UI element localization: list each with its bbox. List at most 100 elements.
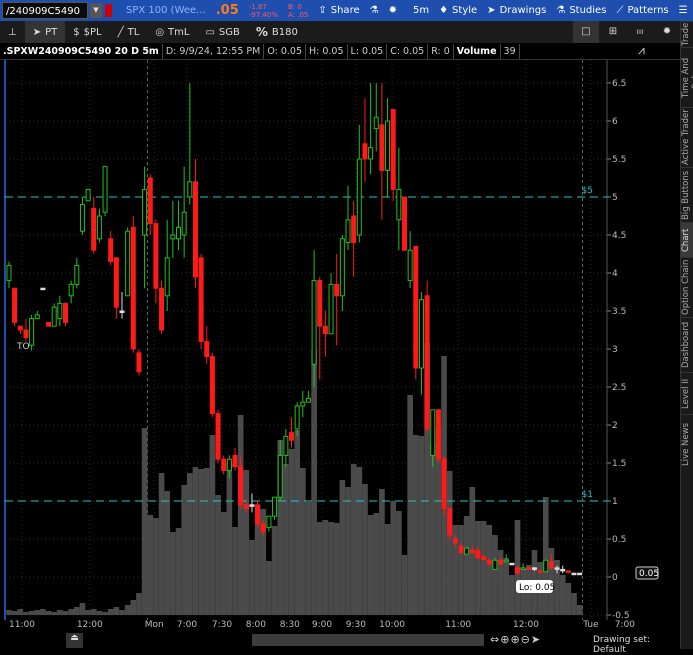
symbol-input[interactable]: /240909C5490 bbox=[2, 2, 88, 19]
side-tab-option-chain[interactable]: Option Chain bbox=[681, 257, 693, 317]
candle bbox=[385, 98, 391, 197]
candle-body bbox=[176, 226, 181, 240]
candle bbox=[6, 261, 12, 289]
side-tab-chart[interactable]: Chart bbox=[681, 222, 693, 257]
price-chart[interactable]: 6.5 6 5.5 5 4.5 4 3.5 3 2.5 2 1.5 1 0.5 0 -0.5 $5 $1 TO 0.… bbox=[0, 60, 680, 620]
pan-icon[interactable]: ⇔ bbox=[490, 633, 500, 646]
candle-body bbox=[277, 454, 283, 498]
side-tab-trade[interactable]: Trade bbox=[681, 21, 693, 47]
pin-tool[interactable]: ⊥ bbox=[0, 21, 25, 43]
side-tab-active-trader[interactable]: Active Trader bbox=[681, 107, 693, 167]
ask-value: A: .05 bbox=[287, 10, 309, 19]
bar-open: O: 0.05 bbox=[264, 43, 306, 59]
side-tab-level-ii[interactable]: Level II bbox=[681, 372, 693, 414]
grid-layout-button[interactable]: ⊞ bbox=[600, 21, 626, 43]
chart-settings-button[interactable]: ✹ bbox=[654, 21, 680, 43]
candle-body bbox=[170, 234, 176, 240]
share-button[interactable]: ⇪ Share bbox=[318, 5, 359, 16]
pointer-icon: ➤ bbox=[32, 26, 42, 38]
candle-body bbox=[34, 314, 40, 320]
scroll-home-button[interactable]: ⏏ bbox=[66, 633, 83, 648]
volume-bar bbox=[57, 610, 63, 615]
volume-bar bbox=[141, 428, 148, 615]
candle-body bbox=[413, 245, 419, 369]
volume-bar bbox=[34, 610, 41, 615]
side-tab-big-buttons[interactable]: Big Buttons bbox=[681, 167, 693, 222]
y-tick-label: 5 bbox=[612, 193, 618, 203]
volume-bar bbox=[23, 612, 29, 615]
alert-flag-icon[interactable] bbox=[105, 4, 112, 17]
zoom-in-icon[interactable]: ⊕ bbox=[510, 633, 520, 646]
volume-label: Volume bbox=[454, 43, 501, 59]
timeframe-button[interactable]: 5m bbox=[413, 5, 429, 16]
flask-button[interactable]: ⚗ bbox=[370, 5, 379, 16]
volume-bar bbox=[463, 516, 470, 615]
symbol-dropdown-button[interactable]: ▼ bbox=[90, 3, 102, 18]
volume-bar bbox=[333, 523, 340, 615]
y-tick-label: 1.5 bbox=[612, 459, 626, 469]
volume-bar bbox=[373, 513, 380, 615]
volume-bar bbox=[6, 610, 12, 615]
volume-bar bbox=[68, 609, 74, 615]
candle-body bbox=[390, 109, 396, 190]
cursor-icon[interactable]: ➤ bbox=[531, 633, 541, 646]
autoscale-icon[interactable]: ⩘ bbox=[638, 43, 645, 58]
settings-button[interactable]: ✹ bbox=[389, 5, 397, 16]
patterns-button[interactable]: ⟋ Patterns bbox=[616, 5, 668, 16]
side-tab-live-news[interactable]: Live News bbox=[681, 414, 693, 474]
candle bbox=[113, 257, 119, 319]
candle-body bbox=[243, 504, 249, 510]
chart-type-button[interactable]: ııı bbox=[627, 21, 653, 43]
side-tab-time-and-sales[interactable]: Time And Sales bbox=[681, 47, 693, 107]
trendline-tool[interactable]: ╱ TL bbox=[110, 21, 148, 43]
horizontal-scrollbar[interactable] bbox=[252, 634, 484, 646]
candle-body bbox=[102, 166, 108, 213]
square-icon: □ bbox=[581, 26, 591, 37]
candle-body bbox=[571, 572, 577, 576]
volume-bar bbox=[356, 467, 363, 615]
candle-body bbox=[402, 196, 407, 251]
volume-bar bbox=[418, 436, 425, 615]
candle bbox=[283, 428, 289, 467]
y-tick-label: 3 bbox=[612, 345, 618, 355]
tool-label: TL bbox=[127, 26, 140, 38]
volume-bar bbox=[249, 540, 255, 615]
y-tick-label: 4 bbox=[612, 269, 618, 279]
candle-body bbox=[23, 329, 29, 339]
candle-body bbox=[226, 458, 232, 472]
candle-body bbox=[238, 466, 244, 506]
price-level-tool[interactable]: $ $PL bbox=[65, 21, 109, 43]
drawing-set-selector[interactable]: Drawing set: Default bbox=[593, 635, 680, 655]
y-tick-label: -0.5 bbox=[612, 611, 630, 620]
zoom-out-icon[interactable]: ⊖ bbox=[521, 633, 531, 646]
volume-bar bbox=[215, 495, 221, 615]
volume-bar bbox=[243, 470, 250, 615]
style-button[interactable]: ♦ Style bbox=[439, 5, 477, 16]
volume-bar bbox=[220, 512, 227, 615]
rectangle-tool[interactable]: ▭ SGB bbox=[197, 21, 247, 43]
volume-bar bbox=[79, 603, 86, 615]
volume-bar bbox=[571, 593, 577, 615]
candle-body bbox=[351, 215, 357, 244]
timeline-tool[interactable]: ◎ TmL bbox=[147, 21, 197, 43]
x-tick-label: 7:00 bbox=[614, 620, 635, 630]
drawings-button[interactable]: ➤ Drawings bbox=[487, 5, 546, 16]
crosshair-icon[interactable]: ⊕ bbox=[500, 633, 510, 646]
candle-body bbox=[68, 283, 74, 297]
candle bbox=[543, 559, 549, 573]
candle-body bbox=[96, 215, 102, 240]
single-layout-button[interactable]: □ bbox=[573, 21, 599, 43]
percent-tool[interactable]: % B180 bbox=[248, 21, 306, 43]
candle-body bbox=[255, 504, 261, 525]
candle-body bbox=[520, 567, 526, 570]
y-tick-label: 1 bbox=[612, 497, 618, 507]
pointer-tool[interactable]: ➤ PT bbox=[24, 21, 66, 43]
cursor-icon: ➤ bbox=[487, 5, 496, 16]
drawing-toolbar: ⊥ ➤ PT $ $PL ╱ TL ◎ TmL ▭ SGB % B180 □ ⊞ ııı ✹ bbox=[0, 21, 680, 43]
candle bbox=[12, 287, 18, 327]
candle bbox=[136, 349, 142, 376]
side-tab-dashboard[interactable]: Dashboard bbox=[681, 317, 693, 372]
studies-button[interactable]: ⚗ Studies bbox=[556, 5, 606, 16]
menu-button[interactable]: ☰ bbox=[679, 5, 688, 16]
candle-body bbox=[407, 249, 413, 282]
